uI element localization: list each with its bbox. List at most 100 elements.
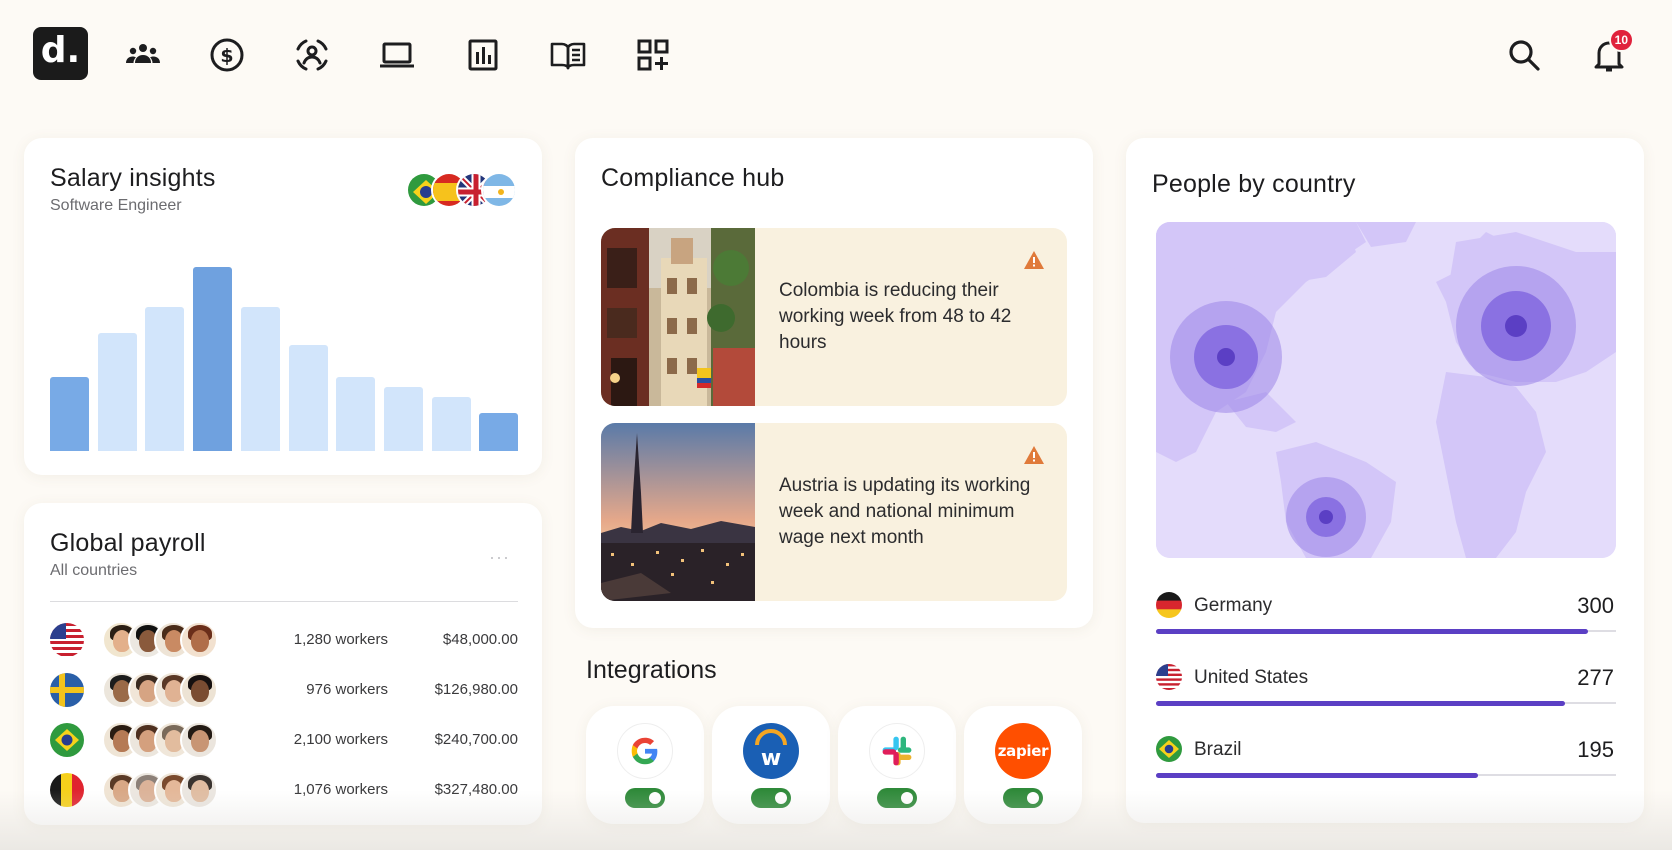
laptop-icon[interactable] [376, 34, 418, 76]
payroll-amount: $240,700.00 [434, 731, 518, 748]
payroll-amount: $126,980.00 [434, 681, 518, 698]
salary-bar[interactable] [97, 333, 137, 451]
compliance-hub-card: Compliance hub Colombia is reducing thei… [575, 138, 1093, 628]
top-nav: d. $ 10 [0, 0, 1672, 110]
worker-count: 1,076 workers [293, 781, 388, 798]
book-icon[interactable] [547, 34, 589, 76]
avatar [180, 671, 218, 709]
integration-toggle[interactable] [751, 788, 791, 808]
integration-workday[interactable]: w [712, 706, 830, 824]
worker-avatars [102, 671, 222, 709]
flag-brazil [1156, 736, 1182, 762]
worker-avatars [102, 771, 222, 809]
country-progress-track [1156, 701, 1616, 706]
worker-avatars [102, 721, 222, 759]
flag-us [1156, 664, 1182, 690]
flag-brazil [50, 723, 84, 757]
card-title: Global payroll [50, 529, 206, 557]
integration-toggle[interactable] [1003, 788, 1043, 808]
payroll-amount: $327,480.00 [434, 781, 518, 798]
country-row[interactable]: United States 277 [1156, 662, 1616, 712]
notice-text: Colombia is reducing their working week … [779, 280, 1012, 353]
flag-sweden [50, 673, 84, 707]
world-map[interactable] [1156, 222, 1616, 558]
bell-icon[interactable]: 10 [1588, 28, 1634, 76]
country-progress-fill [1156, 773, 1478, 778]
worker-count: 2,100 workers [293, 731, 388, 748]
more-menu-button[interactable]: ··· [489, 547, 510, 568]
notification-badge: 10 [1608, 28, 1634, 52]
country-progress-fill [1156, 701, 1566, 706]
card-title: People by country [1152, 170, 1356, 198]
zapier-icon: zapier [995, 723, 1051, 779]
integration-toggle[interactable] [625, 788, 665, 808]
salary-bar[interactable] [383, 387, 423, 451]
dollar-icon[interactable]: $ [206, 34, 248, 76]
people-icon[interactable] [122, 34, 164, 76]
avatar [180, 621, 218, 659]
report-icon[interactable] [462, 34, 504, 76]
integrations-title: Integrations [586, 656, 717, 684]
payroll-row[interactable]: 976 workers $126,980.00 [50, 671, 518, 711]
country-name: Brazil [1194, 739, 1242, 760]
integration-google[interactable] [586, 706, 704, 824]
avatar [180, 721, 218, 759]
integration-toggle[interactable] [877, 788, 917, 808]
country-row[interactable]: Germany 300 [1156, 590, 1616, 640]
google-icon [617, 723, 673, 779]
card-title: Compliance hub [601, 164, 785, 192]
salary-bar[interactable] [479, 413, 519, 451]
salary-bar[interactable] [288, 345, 328, 451]
warning-icon [1024, 251, 1044, 269]
worker-avatars [102, 621, 222, 659]
salary-bar[interactable] [431, 397, 471, 451]
divider [50, 601, 518, 602]
country-name: Germany [1194, 595, 1273, 616]
flag-germany [1156, 592, 1182, 618]
integration-slack[interactable] [838, 706, 956, 824]
country-progress-track [1156, 773, 1616, 778]
search-icon[interactable] [1503, 34, 1545, 76]
salary-bar[interactable] [145, 307, 185, 451]
warning-icon [1024, 446, 1044, 464]
salary-bar[interactable] [336, 377, 376, 451]
payroll-row[interactable]: 1,076 workers $327,480.00 [50, 771, 518, 811]
country-row[interactable]: Brazil 195 [1156, 734, 1616, 784]
country-progress-track [1156, 629, 1616, 634]
country-name: United States [1194, 667, 1309, 688]
vienna-skyline-photo [601, 423, 755, 601]
notice-text: Austria is updating its working week and… [779, 475, 1031, 548]
worker-count: 976 workers [306, 681, 388, 698]
deel-logo[interactable]: d. [33, 27, 88, 80]
flag-argentina [481, 172, 517, 208]
flag-belgium [50, 773, 84, 807]
compliance-notice[interactable]: Austria is updating its working week and… [601, 423, 1067, 601]
card-title: Salary insights [50, 164, 216, 192]
country-flags [406, 172, 518, 208]
slack-icon [869, 723, 925, 779]
salary-bar[interactable] [50, 377, 89, 451]
global-payroll-card[interactable]: Global payroll All countries ··· 1,280 w… [24, 503, 542, 825]
country-progress-fill [1156, 629, 1589, 634]
flag-us [50, 623, 84, 657]
payroll-amount: $48,000.00 [442, 631, 518, 648]
payroll-row[interactable]: 2,100 workers $240,700.00 [50, 721, 518, 761]
avatar [180, 771, 218, 809]
salary-bar[interactable] [193, 267, 233, 451]
salary-bar[interactable] [240, 307, 280, 451]
svg-text:$: $ [220, 45, 233, 67]
country-count: 277 [1577, 665, 1614, 690]
country-count: 300 [1577, 593, 1614, 618]
integration-zapier[interactable]: zapier [964, 706, 1082, 824]
apps-add-icon[interactable] [632, 34, 674, 76]
salary-insights-card[interactable]: Salary insights Software Engineer [24, 138, 542, 475]
compliance-notice[interactable]: Colombia is reducing their working week … [601, 228, 1067, 406]
payroll-row[interactable]: 1,280 workers $48,000.00 [50, 621, 518, 661]
worker-count: 1,280 workers [293, 631, 388, 648]
salary-bar-chart [50, 251, 519, 451]
svg-text:w: w [761, 746, 781, 771]
workday-icon: w [743, 723, 799, 779]
person-scan-icon[interactable] [291, 34, 333, 76]
card-subtitle: Software Engineer [50, 197, 182, 214]
people-by-country-card: People by country Germany 300 United Sta… [1126, 138, 1644, 823]
